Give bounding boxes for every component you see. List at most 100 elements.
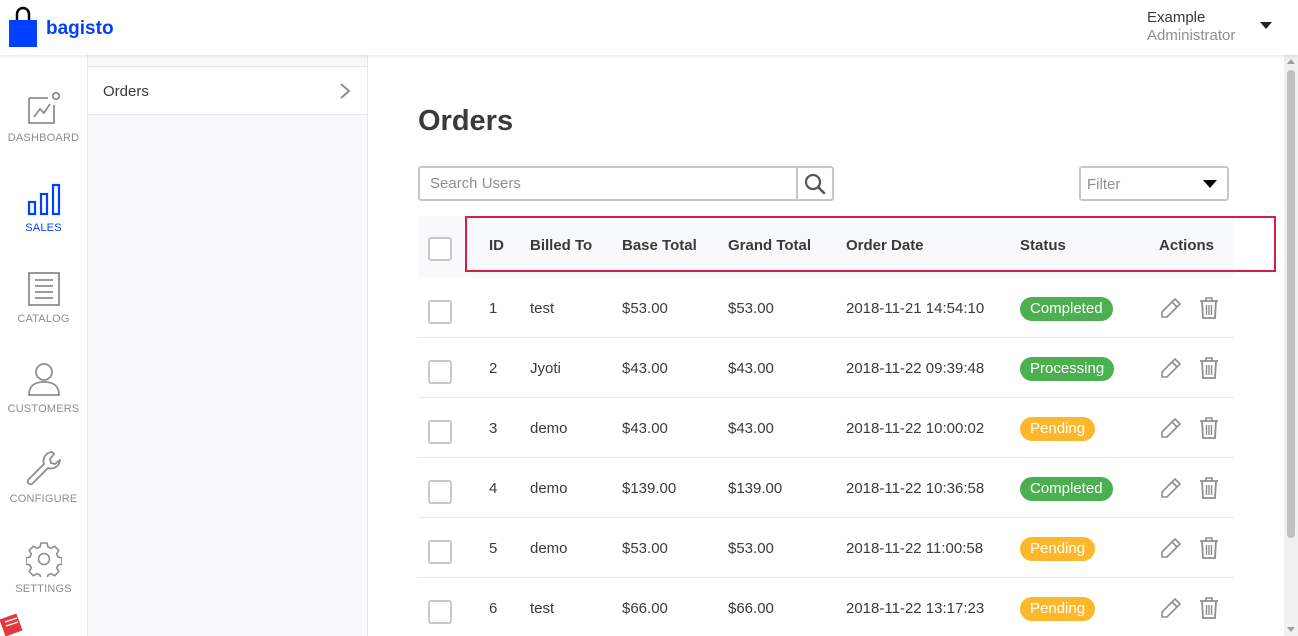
main-nav: DASHBOARD SALES CATALOG CUSTOMERS CONFIG… [0, 55, 88, 636]
cell-grand-total: $43.00 [728, 420, 774, 437]
cell-base-total: $53.00 [622, 300, 668, 317]
trash-delete-icon[interactable] [1198, 416, 1220, 445]
sub-nav: Orders [88, 55, 368, 636]
subnav-item-orders[interactable]: Orders [88, 66, 367, 115]
table-row[interactable]: 1 test $53.00 $53.00 2018-11-21 14:54:10 Comp… [418, 278, 1234, 338]
cell-grand-total: $43.00 [728, 360, 774, 377]
cell-order-date: 2018-11-21 14:54:10 [846, 300, 985, 317]
cell-grand-total: $53.00 [728, 300, 774, 317]
trash-delete-icon[interactable] [1198, 596, 1220, 625]
nav-item-catalog[interactable]: CATALOG [0, 271, 87, 325]
cell-id: 4 [489, 480, 498, 497]
trash-delete-icon[interactable] [1198, 356, 1220, 385]
trash-delete-icon[interactable] [1198, 296, 1220, 325]
cell-billed-to: demo [530, 420, 568, 437]
scrollbar-thumb[interactable] [1287, 70, 1295, 538]
cell-billed-to: demo [530, 540, 568, 557]
user-role[interactable]: Administrator [1147, 27, 1235, 44]
cell-billed-to: demo [530, 480, 568, 497]
chevron-down-icon [1203, 180, 1217, 188]
table-row[interactable]: 3 demo $43.00 $43.00 2018-11-22 10:00:02 Pend… [418, 398, 1234, 458]
row-checkbox[interactable] [428, 540, 452, 564]
search-icon [804, 173, 826, 194]
cell-id: 2 [489, 360, 498, 377]
table-row[interactable]: 5 demo $53.00 $53.00 2018-11-22 11:00:58 Pend… [418, 518, 1234, 578]
select-all-checkbox[interactable] [428, 237, 452, 261]
main-content: Orders Filter ID Billed To Base Total Gr… [368, 55, 1284, 636]
corner-app-icon [0, 612, 32, 636]
shopping-bag-icon [9, 6, 37, 47]
pencil-edit-icon[interactable] [1159, 476, 1183, 505]
nav-item-sales[interactable]: SALES [0, 182, 87, 234]
table-row[interactable]: 4 demo $139.00 $139.00 2018-11-22 10:36:58 Co… [418, 458, 1234, 518]
cell-grand-total: $53.00 [728, 540, 774, 557]
row-checkbox[interactable] [428, 420, 452, 444]
cell-grand-total: $66.00 [728, 600, 774, 617]
nav-label-configure: CONFIGURE [9, 493, 78, 505]
pencil-edit-icon[interactable] [1159, 596, 1183, 625]
nav-item-customers[interactable]: CUSTOMERS [0, 361, 87, 415]
status-badge: Pending [1020, 537, 1096, 561]
cell-id: 6 [489, 600, 498, 617]
cell-billed-to: test [530, 600, 555, 617]
cell-billed-to: Jyoti [530, 360, 561, 377]
trash-delete-icon[interactable] [1198, 476, 1220, 505]
search-button[interactable] [796, 168, 832, 199]
cell-base-total: $66.00 [622, 600, 668, 617]
nav-label-settings: SETTINGS [15, 583, 72, 595]
search-input[interactable] [420, 168, 796, 199]
scroll-up-arrow-icon[interactable] [1287, 59, 1295, 64]
row-checkbox[interactable] [428, 600, 452, 624]
page-title: Orders [418, 105, 514, 137]
nav-label-sales: SALES [25, 222, 62, 234]
catalog-icon [27, 272, 60, 306]
cell-id: 5 [489, 540, 498, 557]
cell-base-total: $43.00 [622, 420, 668, 437]
filter-dropdown[interactable]: Filter [1079, 166, 1229, 201]
user-name[interactable]: Example [1147, 9, 1205, 26]
chevron-down-icon[interactable] [1260, 22, 1272, 29]
sales-bar-chart-icon [27, 183, 60, 216]
customer-icon [27, 363, 60, 396]
row-checkbox[interactable] [428, 360, 452, 384]
search-box [418, 166, 834, 201]
header-highlight-box [465, 216, 1276, 272]
row-checkbox[interactable] [428, 300, 452, 324]
status-badge: Completed [1020, 477, 1113, 501]
pencil-edit-icon[interactable] [1159, 416, 1183, 445]
cell-grand-total: $139.00 [728, 480, 783, 497]
top-header: bagisto Example Administrator [0, 0, 1298, 55]
status-badge: Pending [1020, 597, 1096, 621]
cell-base-total: $139.00 [622, 480, 677, 497]
cell-base-total: $53.00 [622, 540, 668, 557]
pencil-edit-icon[interactable] [1159, 536, 1183, 565]
nav-item-settings[interactable]: SETTINGS [0, 541, 87, 595]
table-row[interactable]: 6 test $66.00 $66.00 2018-11-22 13:17:23 Pend… [418, 578, 1234, 636]
brand-logo[interactable]: bagisto [8, 6, 114, 48]
status-badge: Pending [1020, 417, 1096, 441]
subnav-label-orders: Orders [103, 83, 149, 100]
nav-label-dashboard: DASHBOARD [7, 132, 80, 144]
brand-name: bagisto [46, 18, 114, 39]
status-badge: Completed [1020, 297, 1113, 321]
table-row[interactable]: 2 Jyoti $43.00 $43.00 2018-11-22 09:39:48 Pro… [418, 338, 1234, 398]
cell-base-total: $43.00 [622, 360, 668, 377]
chevron-right-icon [340, 83, 351, 99]
filter-label: Filter [1087, 176, 1121, 193]
nav-label-catalog: CATALOG [17, 313, 70, 325]
pencil-edit-icon[interactable] [1159, 296, 1183, 325]
nav-label-customers: CUSTOMERS [7, 403, 80, 415]
nav-item-configure[interactable]: CONFIGURE [0, 449, 87, 505]
gear-icon [25, 542, 62, 577]
trash-delete-icon[interactable] [1198, 536, 1220, 565]
wrench-icon [26, 451, 61, 486]
status-badge: Processing [1020, 357, 1115, 381]
cell-id: 1 [489, 300, 498, 317]
scroll-down-arrow-icon[interactable] [1287, 627, 1295, 632]
pencil-edit-icon[interactable] [1159, 356, 1183, 385]
cell-order-date: 2018-11-22 10:00:02 [846, 420, 985, 437]
dashboard-icon [27, 91, 60, 124]
row-checkbox[interactable] [428, 480, 452, 504]
nav-item-dashboard[interactable]: DASHBOARD [0, 90, 87, 144]
page-scrollbar[interactable] [1284, 55, 1298, 636]
